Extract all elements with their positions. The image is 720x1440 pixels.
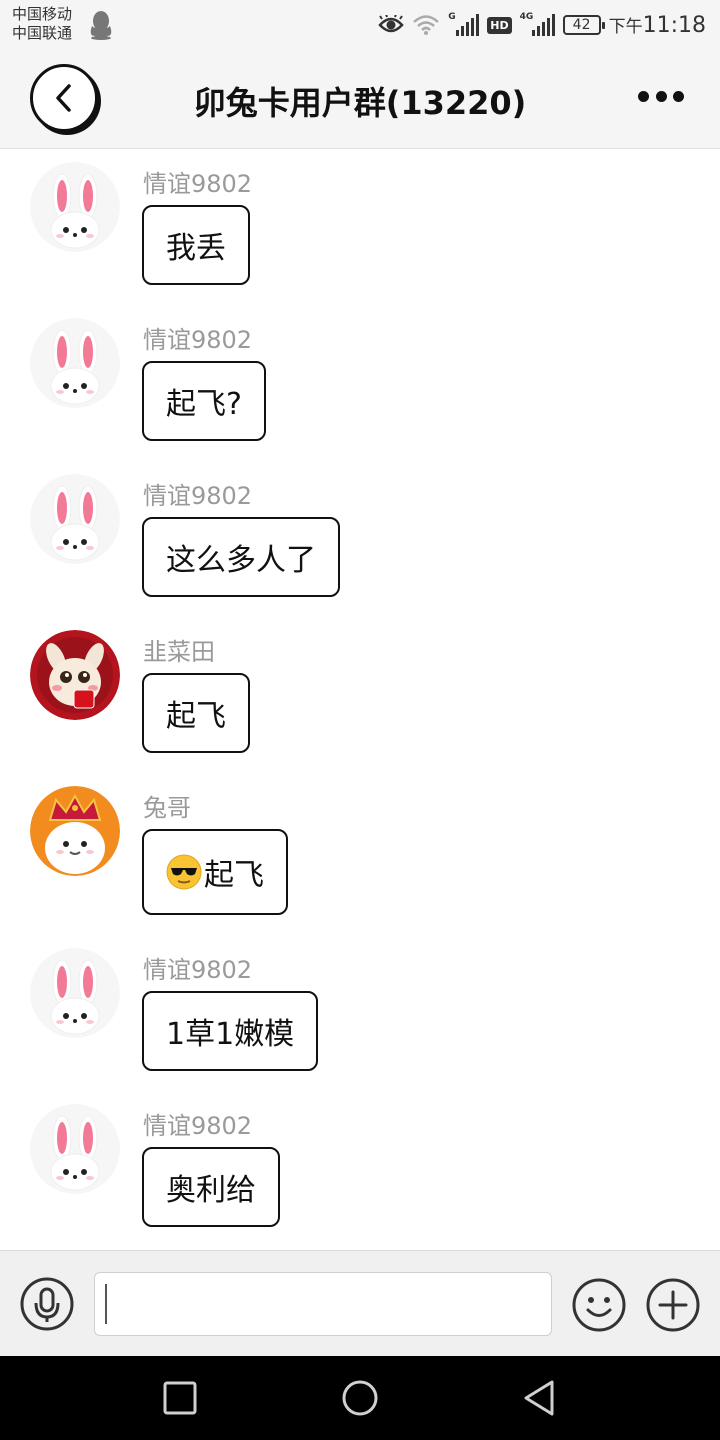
more-button[interactable] — [638, 86, 684, 106]
rabbit-avatar[interactable] — [30, 318, 120, 408]
status-bar: 中国移动 中国联通 G HD 4G 42 下午11:18 — [0, 0, 720, 50]
message-bubble[interactable]: 这么多人了 — [142, 517, 340, 597]
signal-icon: G — [448, 12, 480, 36]
signal-icon: 4G — [519, 12, 555, 36]
sender-name: 兔哥 — [143, 794, 191, 822]
message-bubble[interactable]: 起飞? — [142, 361, 266, 441]
rabbit-avatar[interactable] — [30, 948, 120, 1038]
message-row: 情谊9802 奥利给 — [0, 1092, 720, 1242]
more-dot — [673, 90, 684, 102]
more-dot — [655, 90, 667, 102]
carrier-names: 中国移动 中国联通 — [12, 5, 72, 43]
message-row: 情谊9802 这么多人了 — [0, 462, 720, 612]
message-text: 起飞 — [204, 858, 264, 893]
microphone-icon[interactable] — [20, 1277, 74, 1331]
sender-name: 情谊9802 — [143, 482, 253, 510]
message-bubble[interactable]: 我丢 — [142, 205, 250, 285]
sender-name: 情谊9802 — [143, 956, 253, 984]
sender-name: 情谊9802 — [143, 326, 253, 354]
hd-icon: HD — [487, 16, 512, 34]
qq-icon — [90, 11, 112, 40]
sender-name: 情谊9802 — [143, 1112, 253, 1140]
chat-title: 卯兔卡用户群(13220) — [193, 84, 527, 122]
sender-name: 情谊9802 — [143, 170, 253, 198]
home-icon[interactable] — [340, 1378, 380, 1418]
message-row: 兔哥 起飞 — [0, 774, 720, 924]
sim2-network-label: 4G — [519, 12, 534, 22]
message-text: 起飞? — [166, 387, 242, 422]
message-bubble[interactable]: 起飞 — [142, 829, 288, 915]
red-bunny-avatar[interactable] — [30, 630, 120, 720]
rabbit-avatar[interactable] — [30, 1104, 120, 1194]
message-row: 情谊9802 1草1嫩模 — [0, 936, 720, 1086]
plus-icon[interactable] — [645, 1277, 701, 1333]
carrier-2: 中国联通 — [12, 24, 73, 42]
message-list[interactable]: 情谊9802 我丢 情谊9802 起飞? 情谊9802 这么多人了 韭菜田 起飞… — [0, 150, 720, 1250]
status-icons: G HD 4G 42 下午11:18 — [378, 8, 706, 42]
sim1-network-label: G — [448, 12, 456, 22]
battery-icon: 42 — [562, 15, 605, 35]
message-text: 奥利给 — [166, 1173, 256, 1208]
message-text: 我丢 — [166, 231, 226, 266]
rabbit-avatar[interactable] — [30, 162, 120, 252]
crowned-bunny-avatar[interactable] — [30, 786, 120, 876]
back-icon[interactable] — [520, 1378, 560, 1418]
recent-apps-icon[interactable] — [160, 1378, 200, 1418]
message-input[interactable] — [94, 1272, 552, 1336]
rabbit-avatar[interactable] — [30, 474, 120, 564]
text-caret — [105, 1284, 107, 1324]
smiley-icon[interactable] — [571, 1277, 627, 1333]
eye-icon — [378, 15, 404, 33]
message-row: 韭菜田 起飞 — [0, 618, 720, 768]
chat-header: 卯兔卡用户群(13220) — [0, 50, 720, 149]
time-value: 11:18 — [642, 13, 706, 38]
message-bubble[interactable]: 起飞 — [142, 673, 250, 753]
input-bar — [0, 1250, 720, 1356]
message-bubble[interactable]: 1草1嫩模 — [142, 991, 319, 1071]
message-text: 1草1嫩模 — [166, 1017, 295, 1052]
time-prefix: 下午 — [608, 17, 643, 37]
android-nav-bar — [0, 1356, 720, 1440]
message-row: 情谊9802 我丢 — [0, 150, 720, 300]
message-text: 起飞 — [166, 699, 226, 734]
status-time: 下午11:18 — [609, 12, 706, 38]
message-row: 情谊9802 起飞? — [0, 306, 720, 456]
message-bubble[interactable]: 奥利给 — [142, 1147, 280, 1227]
wifi-icon — [413, 15, 440, 35]
more-dots-icon — [638, 90, 649, 102]
message-text: 这么多人了 — [166, 543, 316, 578]
sender-name: 韭菜田 — [143, 638, 215, 666]
battery-level: 42 — [572, 17, 591, 33]
carrier-1: 中国移动 — [12, 5, 73, 23]
sunglasses-emoji — [166, 854, 202, 890]
